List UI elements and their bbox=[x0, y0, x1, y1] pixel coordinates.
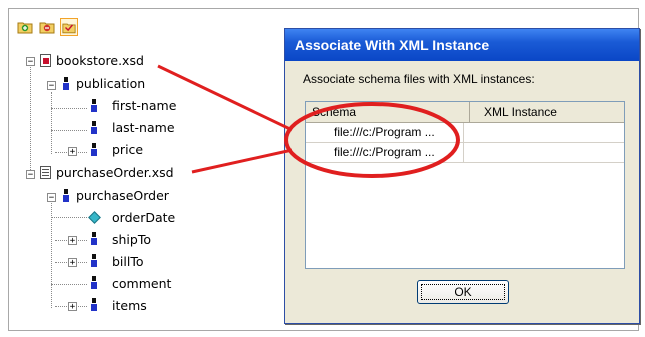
column-header-xml-instance[interactable]: XML Instance bbox=[469, 102, 624, 122]
element-icon bbox=[91, 143, 97, 156]
tree-connector bbox=[51, 284, 87, 285]
schema-cell[interactable]: file:///c:/Program ... bbox=[306, 143, 464, 162]
expand-toggle[interactable]: + bbox=[68, 302, 77, 312]
element-icon bbox=[63, 77, 69, 90]
tree-node-purchaseorder-xsd[interactable]: purchaseOrder.xsd bbox=[56, 165, 174, 181]
dialog-instruction: Associate schema files with XML instance… bbox=[303, 72, 535, 86]
dialog-title: Associate With XML Instance bbox=[295, 37, 490, 53]
schema-cell[interactable]: file:///c:/Program ... bbox=[306, 123, 464, 142]
tree-connector bbox=[51, 108, 87, 109]
tree-node-purchaseorder[interactable]: purchaseOrder bbox=[76, 188, 169, 204]
remove-schema-button[interactable] bbox=[38, 18, 56, 36]
dialog-title-bar[interactable]: Associate With XML Instance bbox=[285, 29, 639, 61]
element-icon bbox=[63, 189, 69, 202]
grid-header: Schema XML Instance bbox=[306, 102, 624, 123]
associate-dialog: Associate With XML Instance Associate sc… bbox=[284, 28, 640, 324]
expand-toggle[interactable]: + bbox=[68, 236, 77, 246]
collapse-toggle[interactable]: − bbox=[47, 193, 56, 203]
associate-button[interactable] bbox=[60, 18, 78, 36]
schema-file-icon bbox=[40, 54, 51, 67]
tree-node-price[interactable]: price bbox=[112, 142, 143, 158]
element-icon bbox=[91, 276, 97, 289]
column-header-schema[interactable]: Schema bbox=[312, 102, 356, 122]
tree-node-publication[interactable]: publication bbox=[76, 76, 145, 92]
element-icon bbox=[91, 254, 97, 267]
tree-node-orderdate[interactable]: orderDate bbox=[112, 210, 175, 226]
tree-node-last-name[interactable]: last-name bbox=[112, 120, 175, 136]
table-row[interactable]: file:///c:/Program ... bbox=[306, 143, 624, 163]
folder-remove-icon bbox=[39, 22, 55, 34]
tree-connector bbox=[51, 198, 52, 308]
element-icon bbox=[91, 121, 97, 134]
toolbar bbox=[16, 18, 78, 36]
element-icon bbox=[91, 232, 97, 245]
folder-add-icon bbox=[17, 22, 33, 34]
expand-toggle[interactable]: + bbox=[68, 258, 77, 268]
tree-node-comment[interactable]: comment bbox=[112, 276, 171, 292]
tree-node-shipto[interactable]: shipTo bbox=[112, 232, 151, 248]
element-icon bbox=[91, 298, 97, 311]
schema-file-icon bbox=[40, 166, 51, 179]
element-icon bbox=[91, 99, 97, 112]
tree-node-bookstore-xsd[interactable]: bookstore.xsd bbox=[56, 53, 144, 69]
collapse-toggle[interactable]: − bbox=[47, 81, 56, 91]
tree-connector bbox=[51, 130, 87, 131]
add-schema-button[interactable] bbox=[16, 18, 34, 36]
table-row[interactable]: file:///c:/Program ... bbox=[306, 123, 624, 143]
tree-connector bbox=[51, 92, 52, 154]
tree-node-items[interactable]: items bbox=[112, 298, 147, 314]
collapse-toggle[interactable]: − bbox=[26, 170, 35, 180]
tree-connector bbox=[30, 64, 31, 176]
expand-toggle[interactable]: + bbox=[68, 147, 77, 157]
tree-connector bbox=[51, 217, 87, 218]
collapse-toggle[interactable]: − bbox=[26, 57, 35, 67]
tree-node-first-name[interactable]: first-name bbox=[112, 98, 176, 114]
tree-node-billto[interactable]: billTo bbox=[112, 254, 144, 270]
ok-button[interactable]: OK bbox=[417, 280, 509, 304]
focus-rect bbox=[421, 284, 505, 300]
association-grid: Schema XML Instance file:///c:/Program .… bbox=[305, 101, 625, 269]
folder-check-icon bbox=[62, 23, 76, 33]
